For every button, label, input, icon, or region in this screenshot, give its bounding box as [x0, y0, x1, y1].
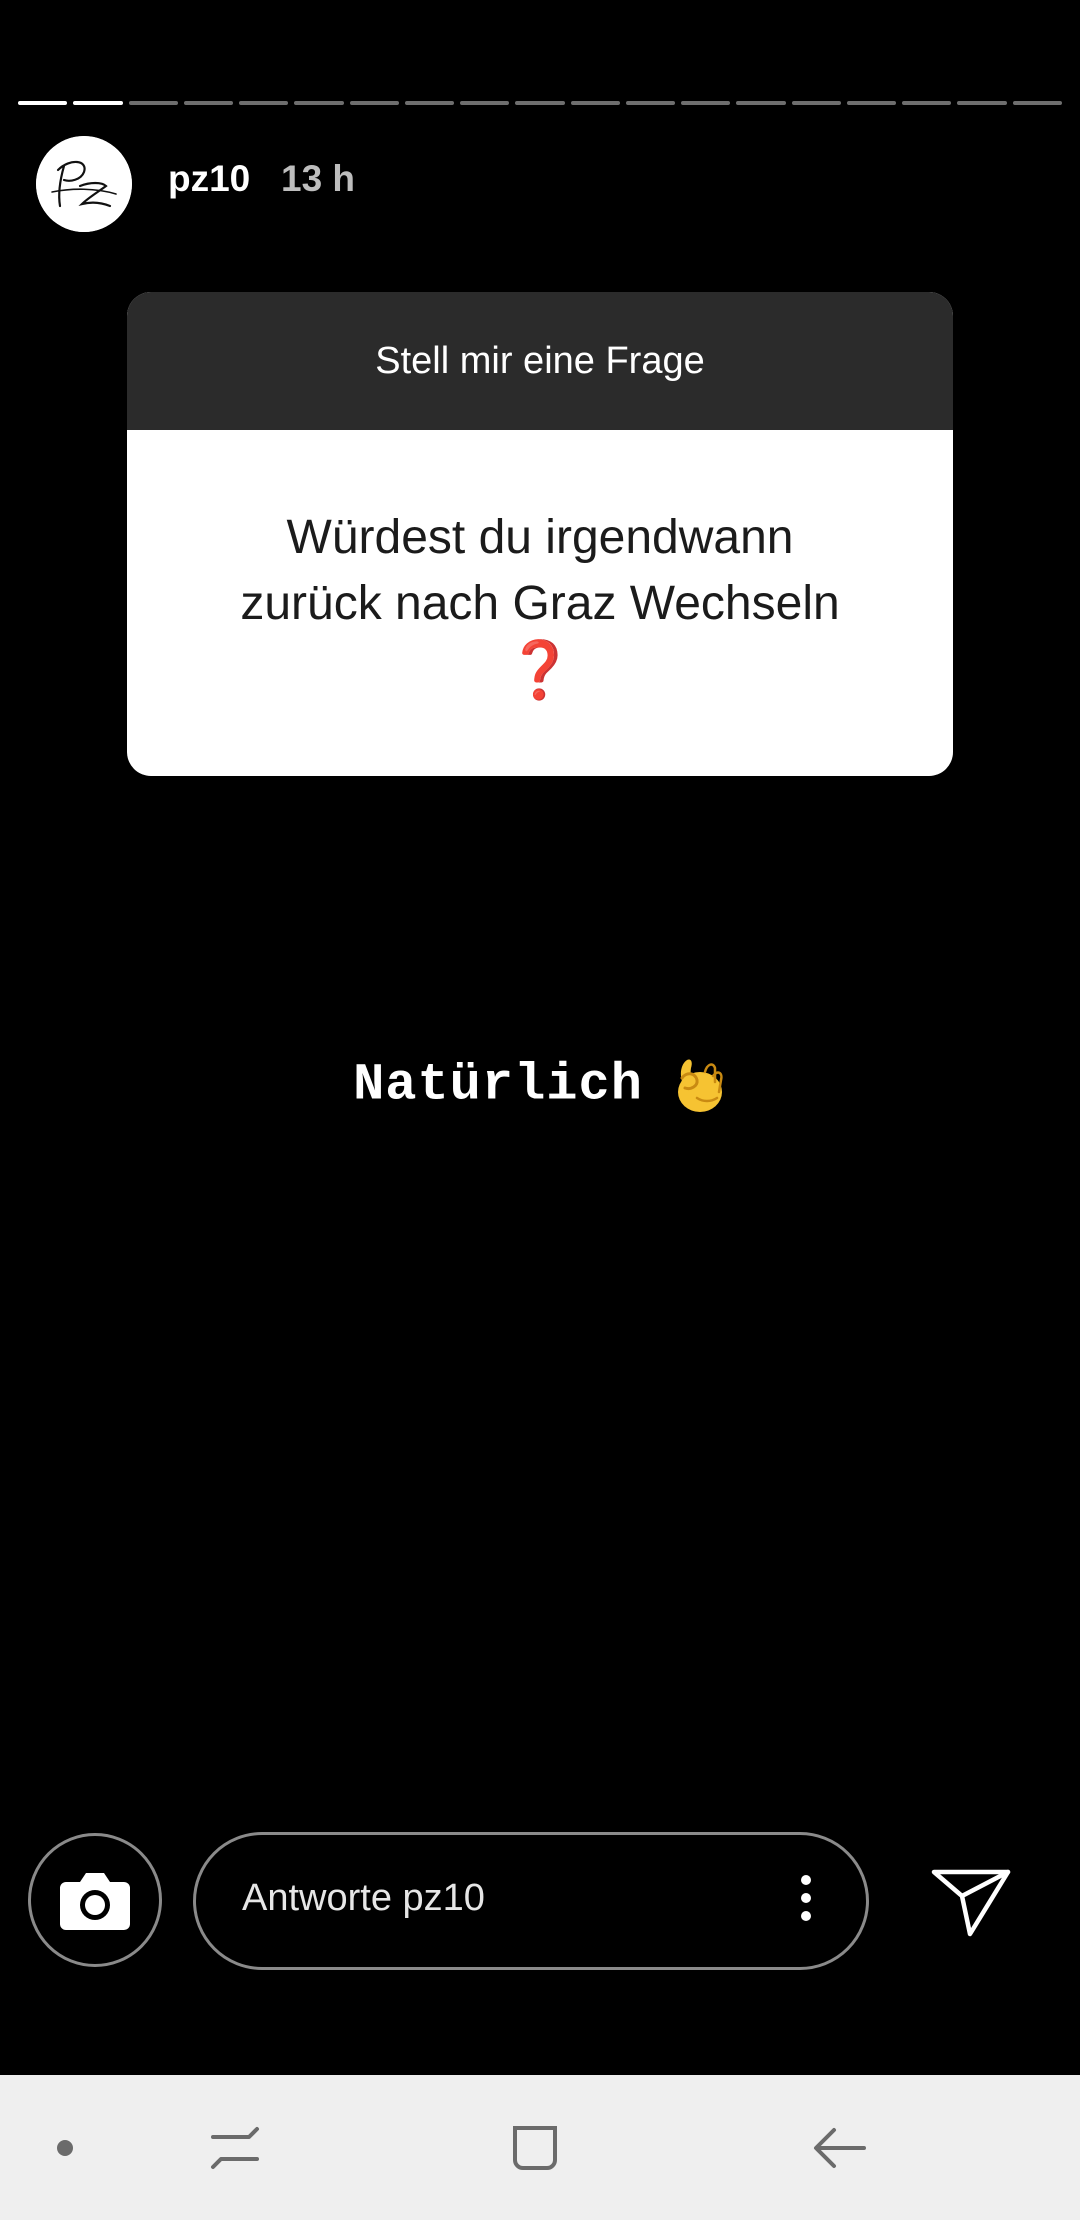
- progress-segment: [349, 101, 399, 105]
- progress-segment: [791, 101, 841, 105]
- answer-text: Natürlich: [0, 1054, 1080, 1116]
- time-ago: 13 h: [281, 158, 356, 199]
- progress-segment: [681, 101, 731, 105]
- reply-input[interactable]: Antworte pz10: [193, 1832, 869, 1970]
- camera-button[interactable]: [28, 1833, 162, 1967]
- progress-segment: [404, 101, 455, 105]
- send-button[interactable]: [930, 1866, 1012, 1938]
- progress-segment: [846, 101, 897, 105]
- camera-icon: [60, 1873, 130, 1930]
- story-view[interactable]: pz10 13 h Stell mir eine Frage Würdest d…: [0, 0, 1080, 2075]
- progress-segment: [736, 101, 786, 105]
- send-icon: [931, 1869, 1011, 1937]
- progress-segment: [957, 101, 1007, 105]
- progress-segment: [183, 101, 234, 105]
- answer-label: Natürlich: [353, 1055, 643, 1115]
- progress-segment: [570, 101, 620, 105]
- question-sticker-header: Stell mir eine Frage: [127, 292, 953, 430]
- progress-segment: [239, 101, 289, 105]
- story-progress-bar: [18, 101, 1062, 107]
- question-sticker[interactable]: Stell mir eine Frage Würdest du irgendwa…: [127, 292, 953, 776]
- progress-segment: [1012, 101, 1062, 105]
- question-mark-emoji: ❓: [505, 638, 575, 701]
- progress-segment: [902, 101, 952, 105]
- avatar[interactable]: [36, 136, 132, 232]
- question-text-line-1: Würdest du irgendwann: [286, 511, 794, 564]
- recent-apps-icon[interactable]: [190, 2105, 280, 2191]
- android-navigation-bar: [0, 2075, 1080, 2220]
- pz-monogram-icon: [36, 136, 132, 232]
- question-text-line-2: zurück nach Graz Wechseln: [240, 577, 840, 630]
- dot-icon[interactable]: [20, 2105, 110, 2191]
- question-sticker-title: Stell mir eine Frage: [375, 339, 705, 382]
- back-icon[interactable]: [795, 2105, 885, 2191]
- username[interactable]: pz10: [168, 158, 250, 200]
- home-icon[interactable]: [490, 2105, 580, 2191]
- more-vertical-icon[interactable]: [800, 1875, 812, 1927]
- ok-hand-icon: [669, 1054, 727, 1116]
- progress-segment: [128, 101, 178, 105]
- progress-segment: [460, 101, 510, 105]
- reply-placeholder: Antworte pz10: [242, 1877, 485, 1919]
- progress-segment: [515, 101, 565, 105]
- progress-segment: [18, 101, 68, 105]
- progress-segment: [294, 101, 344, 105]
- progress-segment: [625, 101, 676, 105]
- question-sticker-body: Würdest du irgendwann zurück nach Graz W…: [127, 430, 953, 776]
- progress-segment: [73, 101, 123, 105]
